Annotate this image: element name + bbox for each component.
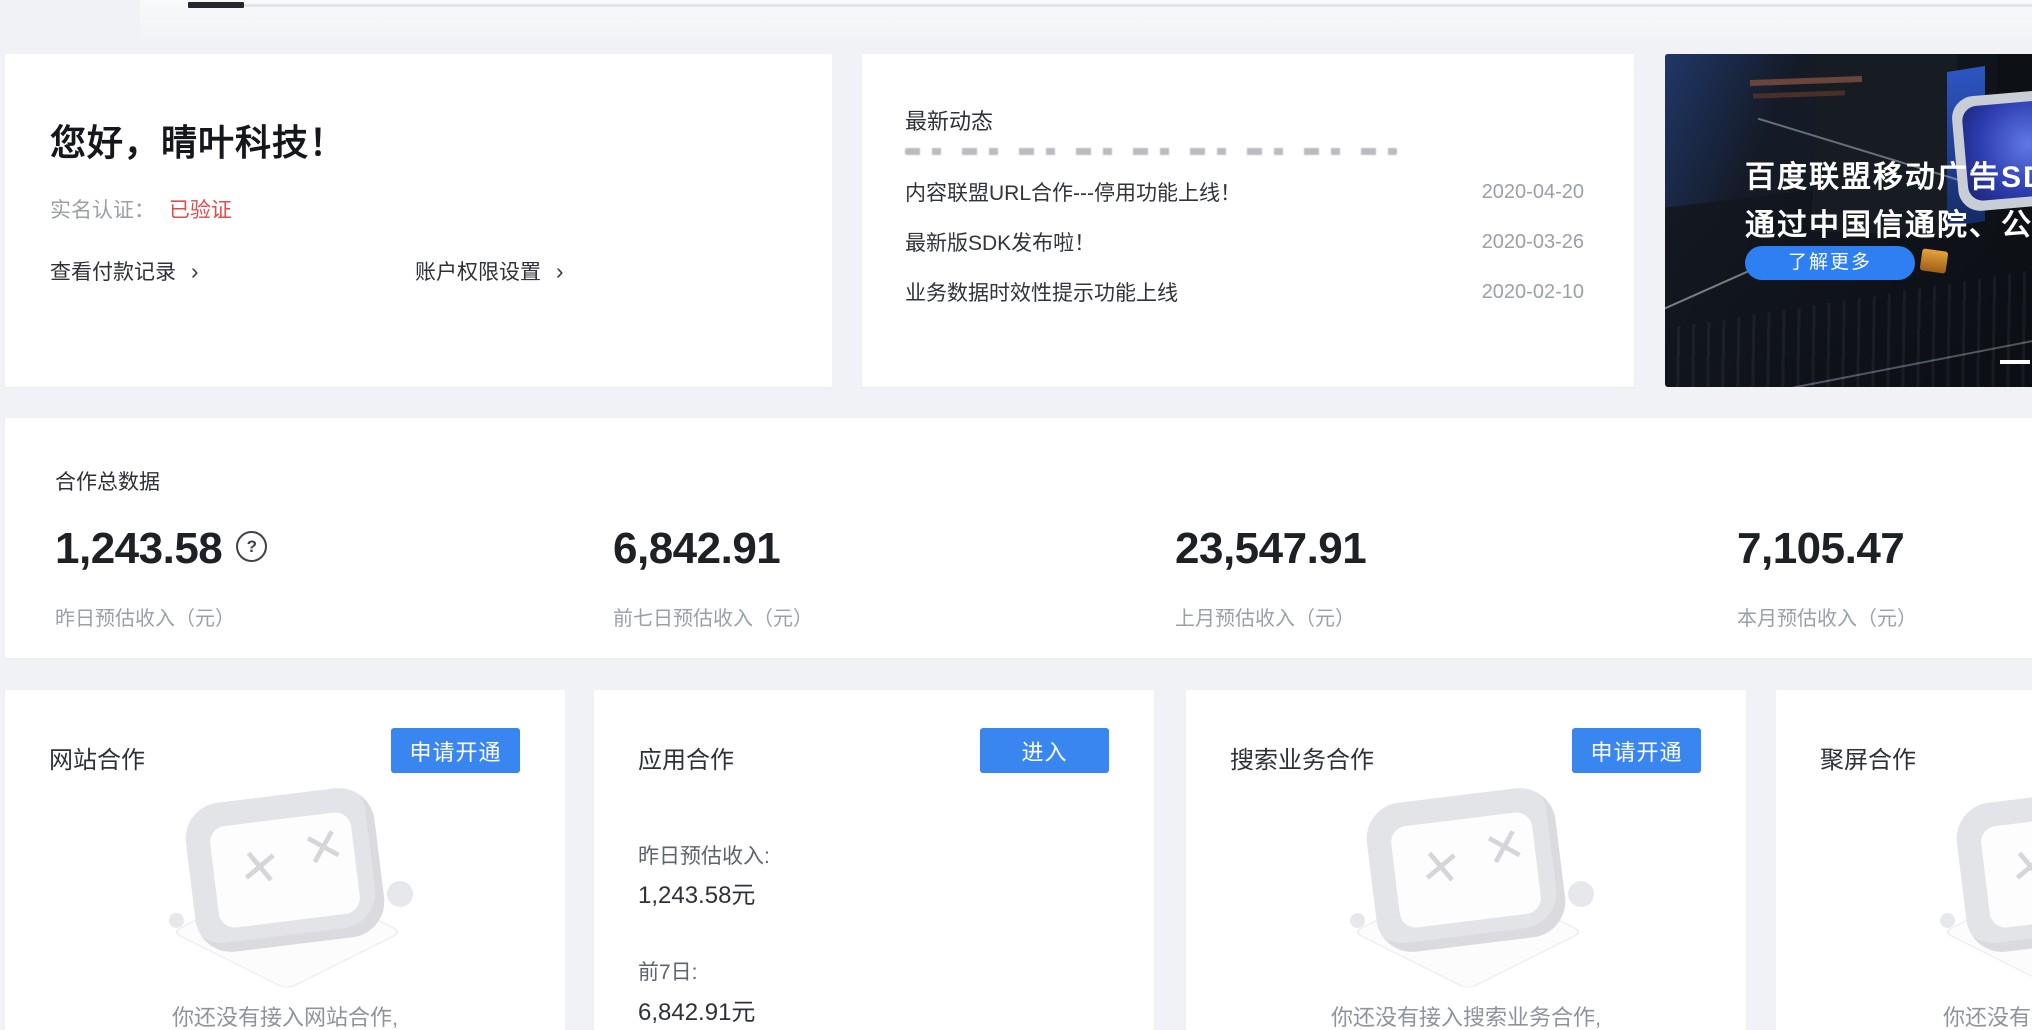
enter-button[interactable]: 进入	[980, 728, 1109, 773]
empty-state-text: 你还没有接入搜索业务合作,	[1186, 1000, 1746, 1030]
stat-thismonth-income: 7,105.47 本月预估收入（元）	[1737, 418, 2032, 658]
stat-value: 1,243.58?	[55, 524, 267, 574]
banner-art-orange-cube	[1920, 248, 1949, 273]
illustration-screen: ✕ ✕	[182, 784, 389, 956]
news-item[interactable]: 业务数据时效性提示功能上线 2020-02-10	[905, 278, 1584, 306]
coop-row-label: 前7日:	[638, 956, 698, 986]
x-eye-icon: ✕	[2008, 838, 2032, 897]
realname-verify-row: 实名认证： 已验证	[50, 194, 232, 224]
news-card: 最新动态 内容联盟URL合作---停用功能上线！ 2020-04-20 最新版S…	[862, 54, 1634, 387]
learn-more-button[interactable]: 了解更多	[1745, 246, 1915, 280]
illustration-dot	[387, 881, 413, 907]
illustration-screen-face: ✕ ✕	[208, 811, 361, 930]
empty-state-illustration: ✕ ✕	[1946, 795, 2032, 1000]
stat-label: 昨日预估收入（元）	[55, 602, 235, 631]
realname-verify-label: 实名认证：	[50, 199, 155, 222]
news-title: 最新动态	[905, 104, 993, 136]
stat-last7days-income: 6,842.91 前七日预估收入（元）	[613, 418, 1133, 658]
news-item-date: 2020-02-10	[1482, 281, 1584, 304]
x-eye-icon: ✕	[297, 816, 351, 881]
coop-card-search: 搜索业务合作 申请开通 ✕ ✕ 你还没有接入搜索业务合作,	[1186, 690, 1746, 1030]
coop-card-website: 网站合作 申请开通 ✕ ✕ 你还没有接入网站合作,	[5, 690, 565, 1030]
x-eye-icon: ✕	[237, 838, 282, 897]
help-icon[interactable]: ?	[236, 531, 267, 562]
x-eye-icon: ✕	[1418, 838, 1463, 897]
stat-label: 前七日预估收入（元）	[613, 602, 813, 631]
news-item[interactable]: 内容联盟URL合作---停用功能上线！ 2020-04-20	[905, 178, 1584, 206]
payment-records-link[interactable]: 查看付款记录 ›	[50, 256, 199, 286]
greeting-links-row: 查看付款记录 › 账户权限设置 ›	[5, 256, 832, 286]
coop-card-title: 聚屏合作	[1820, 740, 1916, 775]
apply-open-button[interactable]: 申请开通	[391, 728, 520, 773]
greeting-title: 您好，晴叶科技！	[50, 114, 346, 166]
news-item[interactable]: 最新版SDK发布啦！ 2020-03-26	[905, 228, 1584, 256]
coop-card-title: 搜索业务合作	[1230, 740, 1374, 775]
empty-state-text: 你还没有接入网站合作,	[5, 1000, 565, 1030]
banner-indicator-line	[2000, 360, 2030, 364]
stat-yesterday-income: 1,243.58? 昨日预估收入（元）	[55, 418, 575, 658]
payment-records-label: 查看付款记录	[50, 261, 176, 284]
banner-headline-line2: 通过中国信通院、公安	[1745, 200, 2032, 244]
illustration-screen: ✕ ✕	[1363, 784, 1570, 956]
illustration-dot	[1568, 881, 1594, 907]
stat-lastmonth-income: 23,547.91 上月预估收入（元）	[1175, 418, 1695, 658]
account-permission-label: 账户权限设置	[415, 261, 541, 284]
x-eye-icon: ✕	[1478, 816, 1532, 881]
coop-row-label: 昨日预估收入:	[638, 840, 770, 870]
greeting-card: 您好，晴叶科技！ 实名认证： 已验证 查看付款记录 › 账户权限设置 ›	[5, 54, 832, 387]
apply-open-button[interactable]: 申请开通	[1572, 728, 1701, 773]
coop-row-value: 6,842.91元	[638, 992, 755, 1027]
stat-value: 6,842.91	[613, 524, 780, 574]
summary-stats-card: 合作总数据 1,243.58? 昨日预估收入（元） 6,842.91 前七日预估…	[5, 418, 2032, 658]
news-item-date: 2020-04-20	[1482, 181, 1584, 204]
news-scrolling-item-clipped	[905, 148, 1397, 155]
illustration-dot	[169, 913, 184, 928]
empty-state-illustration: ✕ ✕	[175, 795, 395, 1000]
stat-value-text: 1,243.58	[55, 524, 222, 573]
illustration-screen-face: ✕ ✕	[1979, 811, 2032, 930]
stat-label: 本月预估收入（元）	[1737, 602, 1917, 631]
illustration-screen-face: ✕ ✕	[1389, 811, 1542, 930]
stat-value: 23,547.91	[1175, 524, 1366, 574]
coop-card-title: 应用合作	[638, 740, 734, 775]
news-item-text: 业务数据时效性提示功能上线	[905, 277, 1178, 307]
coop-row-value: 1,243.58元	[638, 875, 755, 910]
coop-card-jvping: 聚屏合作 申请开通 ✕ ✕ 你还没有接入聚屏合作,	[1776, 690, 2032, 1030]
news-item-text: 最新版SDK发布啦！	[905, 227, 1095, 257]
account-permission-link[interactable]: 账户权限设置 ›	[415, 256, 564, 286]
top-divider-line	[188, 4, 2032, 7]
news-item-date: 2020-03-26	[1482, 231, 1584, 254]
top-progress-dash	[188, 2, 244, 8]
stat-value: 7,105.47	[1737, 524, 1904, 574]
promo-banner[interactable]: 百度联盟移动广告SDK 通过中国信通院、公安 了解更多	[1665, 54, 2032, 387]
coop-card-title: 网站合作	[49, 740, 145, 775]
illustration-dot	[1940, 913, 1955, 928]
empty-state-text: 你还没有接入聚屏合作,	[1776, 1000, 2032, 1030]
empty-state-illustration: ✕ ✕	[1356, 795, 1576, 1000]
stat-label: 上月预估收入（元）	[1175, 602, 1355, 631]
illustration-dot	[1350, 913, 1365, 928]
chevron-right-icon: ›	[556, 258, 564, 284]
coop-card-app: 应用合作 进入 昨日预估收入: 1,243.58元 前7日: 6,842.91元	[594, 690, 1154, 1030]
verify-status-badge: 已验证	[169, 199, 232, 222]
news-item-text: 内容联盟URL合作---停用功能上线！	[905, 177, 1241, 207]
chevron-right-icon: ›	[191, 258, 199, 284]
banner-headline-line1: 百度联盟移动广告SDK	[1745, 152, 2032, 196]
dashboard-screen: 您好，晴叶科技！ 实名认证： 已验证 查看付款记录 › 账户权限设置 › 最新动…	[0, 0, 2032, 1030]
